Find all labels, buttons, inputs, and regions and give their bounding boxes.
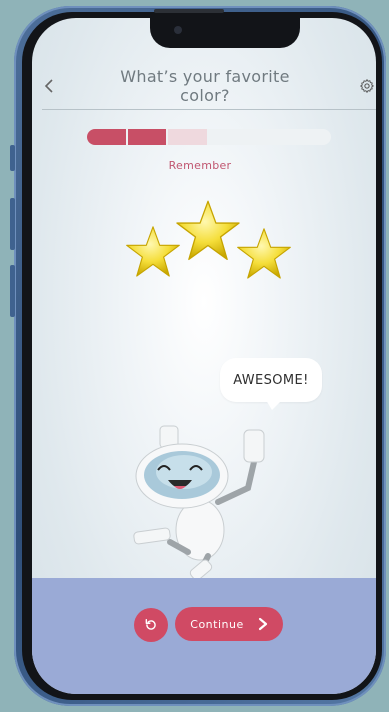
phone-side-button — [10, 198, 15, 250]
front-camera — [174, 26, 182, 34]
chevron-left-icon — [44, 79, 53, 93]
progress-segment-remaining — [209, 129, 248, 145]
gear-icon — [360, 79, 374, 93]
settings-button[interactable] — [359, 78, 375, 94]
chevron-right-icon — [258, 617, 267, 631]
progress-segment-done — [87, 129, 126, 145]
progress-segment-remaining — [250, 129, 289, 145]
progress-segment-done — [127, 129, 167, 145]
header-divider — [42, 109, 376, 110]
back-button[interactable] — [44, 78, 54, 98]
continue-button[interactable]: Continue — [175, 607, 283, 641]
progress-bar — [87, 129, 331, 145]
continue-label: Continue — [190, 617, 244, 631]
mascot-robot — [133, 425, 265, 578]
phone-speaker — [154, 9, 224, 13]
phone-side-button — [10, 265, 15, 317]
undo-icon — [145, 619, 156, 630]
undo-button[interactable] — [134, 608, 168, 642]
star-icon — [176, 200, 240, 261]
progress-label: Remember — [168, 159, 232, 172]
star-icon — [237, 228, 291, 279]
progress-segment-remaining — [290, 129, 329, 145]
reward-stars — [120, 192, 300, 302]
page-title-line2: color? — [180, 86, 230, 105]
phone-side-button — [10, 145, 15, 171]
page-title-line1: What’s your favorite — [120, 67, 290, 86]
star-icon — [126, 226, 180, 277]
speech-bubble-tail — [266, 400, 282, 410]
phone-notch — [150, 18, 300, 48]
speech-bubble: AWESOME! — [220, 358, 322, 402]
progress-segment-current — [168, 129, 208, 145]
page-title: What’s your favorite color? — [90, 67, 320, 105]
